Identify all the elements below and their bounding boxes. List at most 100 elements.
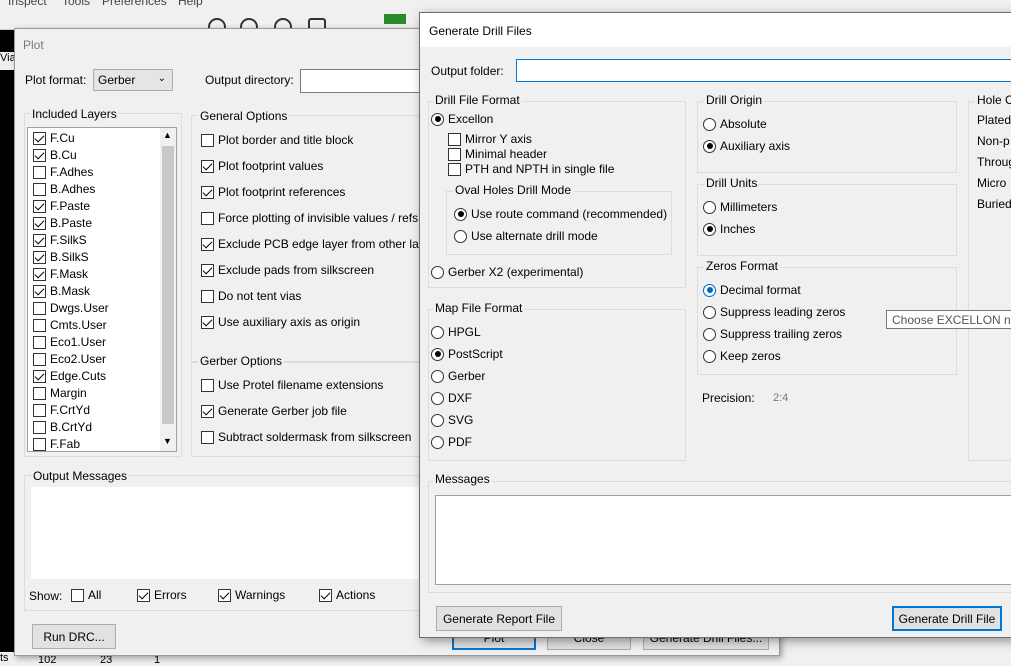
excellon-mirror-y-axis[interactable]: Mirror Y axis	[448, 132, 532, 146]
checkbox-indicator	[33, 335, 46, 349]
menu-tools[interactable]: Tools	[62, 0, 90, 8]
layer-list[interactable]: F.Cu B.Cu F.Adhes B.Adhes F.Paste B.Paste F.Si…	[27, 127, 177, 452]
layer-f-mask[interactable]: F.Mask	[33, 267, 88, 281]
show-errors[interactable]: Errors	[137, 588, 187, 602]
zeros-suppress-trailing-zeros[interactable]: Suppress trailing zeros	[703, 327, 842, 341]
layer-eco1-user-label: Eco1.User	[50, 335, 107, 349]
layer-b-adhes[interactable]: B.Adhes	[33, 182, 95, 196]
layer-eco2-user[interactable]: Eco2.User	[33, 352, 106, 366]
map-svg-label: SVG	[448, 413, 474, 427]
map-dxf[interactable]: DXF	[431, 391, 472, 405]
layer-dwgs-user[interactable]: Dwgs.User	[33, 301, 109, 315]
map-dxf-label: DXF	[448, 391, 472, 405]
map-hpgl[interactable]: HPGL	[431, 325, 481, 339]
origin-auxiliary-axis[interactable]: Auxiliary axis	[703, 139, 790, 153]
menu-preferences[interactable]: Preferences	[102, 0, 167, 8]
layer-edge-cuts[interactable]: Edge.Cuts	[33, 369, 106, 383]
map-svg[interactable]: SVG	[431, 413, 473, 427]
opt-use-protel-filename-extensions[interactable]: Use Protel filename extensions	[201, 378, 383, 392]
opt-plot-footprint-references[interactable]: Plot footprint references	[201, 185, 345, 199]
checkbox-indicator	[33, 369, 46, 383]
opt-exclude-pads-from-silkscreen[interactable]: Exclude pads from silkscreen	[201, 263, 374, 277]
opt-use-auxiliary-axis-as-origin[interactable]: Use auxiliary axis as origin	[201, 315, 360, 329]
gerber-x2-radio[interactable]: Gerber X2 (experimental)	[431, 265, 583, 279]
opt-plot-footprint-references-label: Plot footprint references	[218, 185, 346, 199]
layer-f-cu[interactable]: F.Cu	[33, 131, 75, 145]
run-drc-button[interactable]: Run DRC...	[32, 624, 116, 649]
zeros-format-title: Zeros Format	[704, 259, 781, 273]
plot-format-select[interactable]: Gerber ⌄	[93, 69, 173, 91]
scroll-thumb[interactable]	[162, 146, 174, 424]
layer-f-paste[interactable]: F.Paste	[33, 199, 90, 213]
scroll-up-icon[interactable]: ▲	[163, 130, 172, 140]
menu-inspect[interactable]: Inspect	[8, 0, 47, 8]
opt-generate-gerber-job-file[interactable]: Generate Gerber job file	[201, 404, 347, 418]
excellon-minimal-header[interactable]: Minimal header	[448, 147, 547, 161]
opt-plot-footprint-values[interactable]: Plot footprint values	[201, 159, 323, 173]
layer-b-paste[interactable]: B.Paste	[33, 216, 92, 230]
drill-origin-title: Drill Origin	[704, 93, 765, 107]
map-pdf[interactable]: PDF	[431, 435, 472, 449]
menu-help[interactable]: Help	[178, 0, 203, 8]
zeros-keep-zeros[interactable]: Keep zeros	[703, 349, 781, 363]
layer-eco1-user[interactable]: Eco1.User	[33, 335, 106, 349]
checkbox-indicator	[33, 301, 46, 315]
opt-exclude-pcb-edge-layer-from-other-layers[interactable]: Exclude PCB edge layer from other layers	[201, 237, 441, 251]
units-inches[interactable]: Inches	[703, 222, 755, 236]
layer-margin[interactable]: Margin	[33, 386, 87, 400]
oval-use-alternate-drill-mode[interactable]: Use alternate drill mode	[454, 229, 598, 243]
opt-force-plotting-of-invisible-values-refs[interactable]: Force plotting of invisible values / ref…	[201, 211, 418, 225]
excellon-radio[interactable]: Excellon	[431, 112, 493, 126]
layer-f-silks[interactable]: F.SilkS	[33, 233, 87, 247]
layer-b-cu[interactable]: B.Cu	[33, 148, 77, 162]
radio-indicator	[454, 229, 467, 243]
general-options-title: General Options	[198, 109, 290, 123]
units-millimeters[interactable]: Millimeters	[703, 200, 777, 214]
drill-messages-area[interactable]	[435, 495, 1011, 585]
opt-do-not-tent-vias[interactable]: Do not tent vias	[201, 289, 301, 303]
drill-origin-group	[697, 101, 957, 173]
radio-indicator	[703, 222, 716, 236]
layer-b-mask[interactable]: B.Mask	[33, 284, 90, 298]
checkbox-indicator	[33, 233, 46, 247]
origin-absolute[interactable]: Absolute	[703, 117, 767, 131]
radio-indicator	[431, 265, 444, 279]
drc-icon[interactable]	[384, 14, 406, 24]
output-messages-area[interactable]	[31, 487, 421, 579]
opt-use-auxiliary-axis-as-origin-label: Use auxiliary axis as origin	[218, 315, 361, 329]
radio-indicator	[703, 283, 716, 297]
show-actions[interactable]: Actions	[319, 588, 375, 602]
status-left: ts	[0, 652, 9, 664]
layer-f-fab-label: F.Fab	[50, 437, 81, 451]
map-gerber[interactable]: Gerber	[431, 369, 485, 383]
layer-f-crtyd[interactable]: F.CrtYd	[33, 403, 90, 417]
layer-list-scrollbar[interactable]: ▲ ▼	[160, 128, 176, 451]
generate-report-file-button[interactable]: Generate Report File	[436, 606, 562, 631]
layer-cmts-user[interactable]: Cmts.User	[33, 318, 107, 332]
checkbox-indicator	[201, 237, 214, 251]
opt-plot-border-and-title-block[interactable]: Plot border and title block	[201, 133, 353, 147]
layer-b-mask-label: B.Mask	[50, 284, 91, 298]
layer-b-silks[interactable]: B.SilkS	[33, 250, 89, 264]
checkbox-indicator	[201, 378, 214, 392]
oval-use-route-command-recommended[interactable]: Use route command (recommended)	[454, 207, 667, 221]
scroll-down-icon[interactable]: ▼	[163, 436, 172, 446]
zeros-suppress-leading-zeros[interactable]: Suppress leading zeros	[703, 305, 845, 319]
show-warnings[interactable]: Warnings	[218, 588, 285, 602]
layer-f-fab[interactable]: F.Fab	[33, 437, 80, 451]
output-directory-input[interactable]	[300, 69, 430, 93]
generate-drill-file-button[interactable]: Generate Drill File	[892, 606, 1002, 631]
layer-f-adhes-label: F.Adhes	[50, 165, 94, 179]
checkbox-indicator	[201, 159, 214, 173]
layer-f-adhes[interactable]: F.Adhes	[33, 165, 93, 179]
radio-indicator	[703, 117, 716, 131]
output-folder-input[interactable]	[516, 59, 1011, 82]
layer-b-crtyd[interactable]: B.CrtYd	[33, 420, 92, 434]
excellon-pth-and-npth-in-single-file[interactable]: PTH and NPTH in single file	[448, 162, 614, 176]
hole-count-row: Micro	[977, 176, 1007, 190]
map-postscript[interactable]: PostScript	[431, 347, 503, 361]
show-all[interactable]: All	[71, 588, 101, 602]
zeros-decimal-format[interactable]: Decimal format	[703, 283, 801, 297]
excellon-pth-and-npth-in-single-file-label: PTH and NPTH in single file	[465, 162, 615, 176]
opt-subtract-soldermask-from-silkscreen[interactable]: Subtract soldermask from silkscreen	[201, 430, 411, 444]
